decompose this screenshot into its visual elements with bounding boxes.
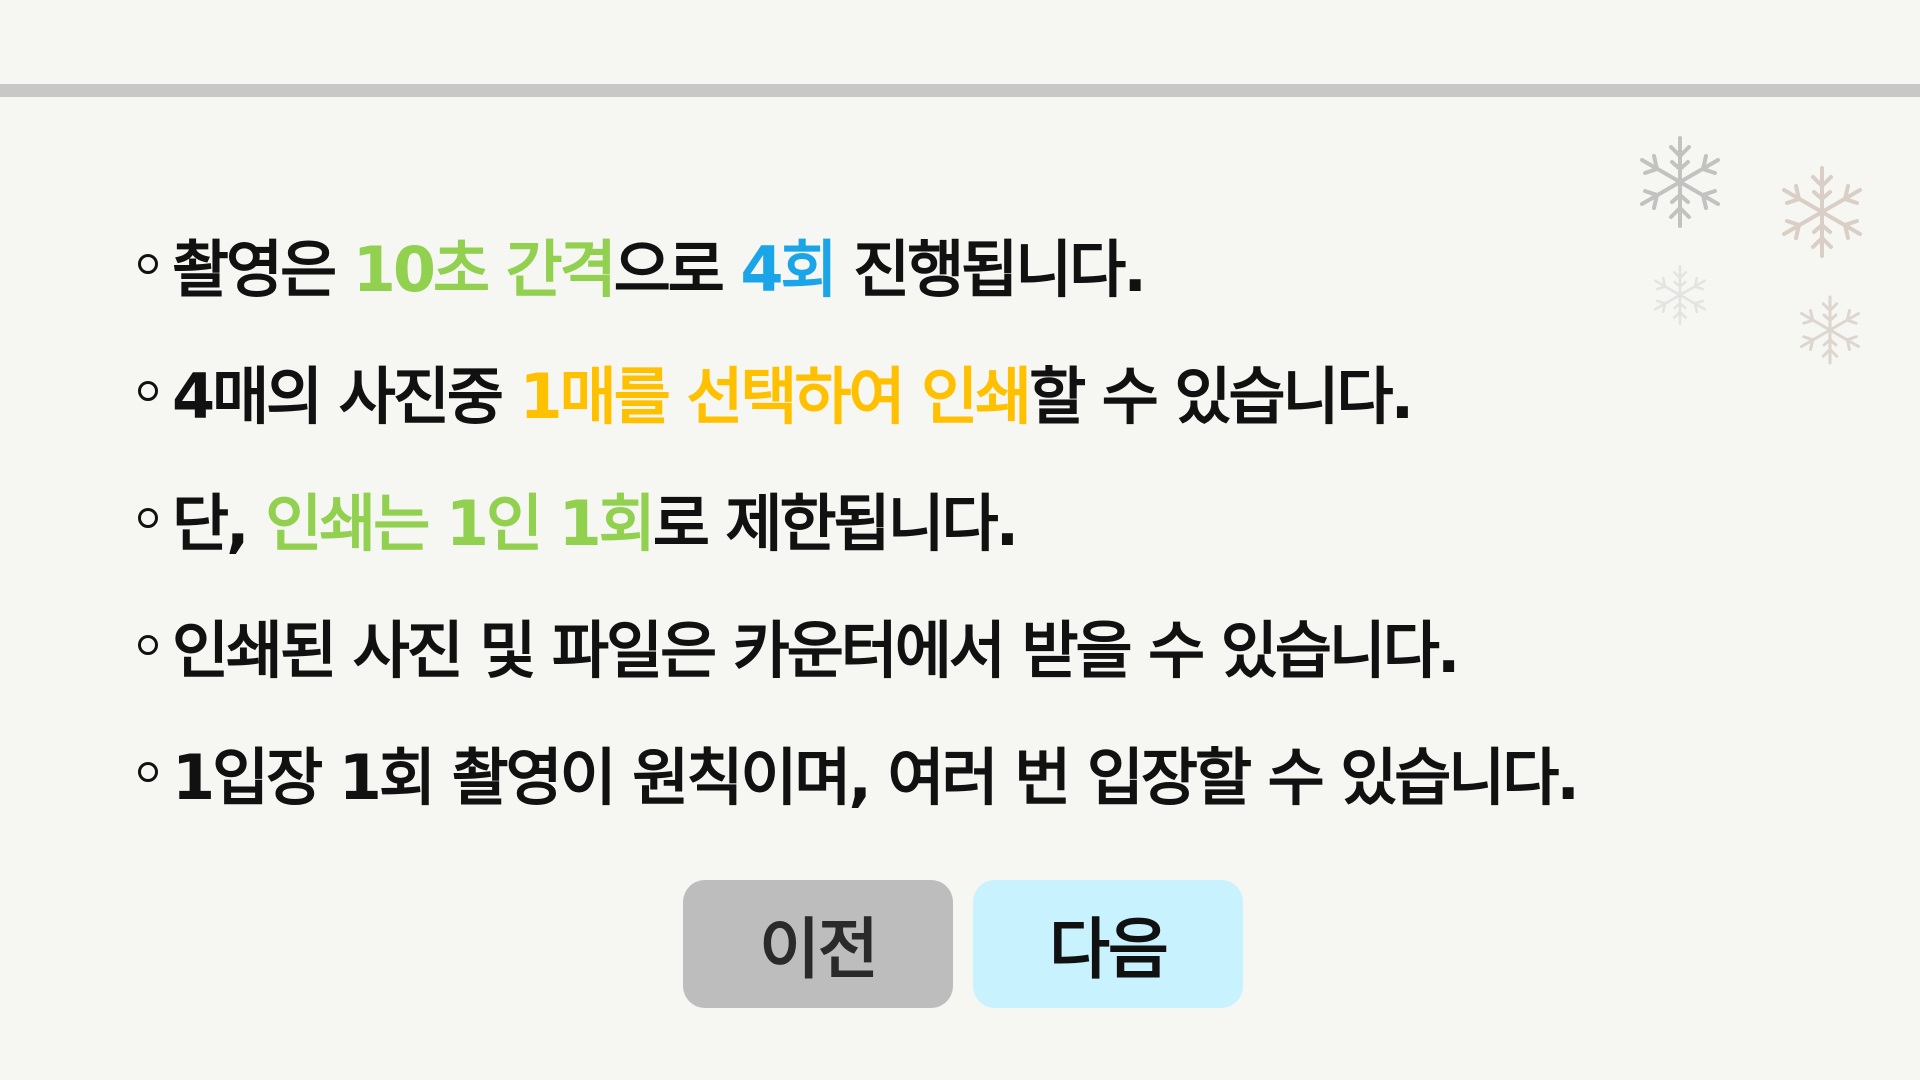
rule-text: 로 제한됩니다. <box>652 486 1019 560</box>
rule-text: 인쇄된 사진 및 파일은 카운터에서 받을 수 있습니다. <box>172 613 1460 687</box>
rule-text: 1입장 1회 촬영이 원칙이며, 여러 번 입장할 수 있습니다. <box>172 740 1580 814</box>
snowflake-icon <box>1800 295 1860 365</box>
rule-item-1: 촬영은 10초 간격 으로 4회 진행됩니다. <box>138 200 1577 327</box>
rule-text: 4매의 사진중 <box>172 359 520 433</box>
rule-text: 할 수 있습니다. <box>1029 359 1414 433</box>
rule-item-2: 4매의 사진중 1매를 선택하여 인쇄 할 수 있습니다. <box>138 327 1577 454</box>
highlight-count: 4회 <box>740 232 837 306</box>
highlight-print-limit: 인쇄는 1인 1회 <box>265 486 656 560</box>
rule-item-3: 단, 인쇄는 1인 1회 로 제한됩니다. <box>138 454 1577 581</box>
rules-list: 촬영은 10초 간격 으로 4회 진행됩니다. 4매의 사진중 1매를 선택하여 … <box>138 200 1580 835</box>
highlight-interval: 10초 간격 <box>352 232 617 306</box>
highlight-print-selection: 1매를 선택하여 인쇄 <box>519 359 1033 433</box>
top-divider <box>0 84 1920 97</box>
rules-screen: 촬영은 10초 간격 으로 4회 진행됩니다. 4매의 사진중 1매를 선택하여 … <box>0 0 1920 1080</box>
bullet-icon <box>138 634 158 655</box>
rule-item-4: 인쇄된 사진 및 파일은 카운터에서 받을 수 있습니다. <box>138 581 1577 708</box>
rule-text: 단, <box>172 486 266 560</box>
rule-text: 으로 <box>613 232 741 306</box>
snowflake-icon <box>1782 166 1862 258</box>
prev-button[interactable]: 이전 <box>683 880 953 1008</box>
rule-item-5: 1입장 1회 촬영이 원칙이며, 여러 번 입장할 수 있습니다. <box>138 708 1580 835</box>
rule-text: 촬영은 <box>172 232 353 306</box>
snowflake-icon <box>1654 265 1706 325</box>
snowflake-icon <box>1640 136 1720 228</box>
next-button[interactable]: 다음 <box>973 880 1243 1008</box>
bullet-icon <box>138 380 158 401</box>
navigation-buttons: 이전 다음 <box>0 880 1920 1008</box>
bullet-icon <box>138 761 158 782</box>
rule-text: 진행됩니다. <box>834 232 1147 306</box>
bullet-icon <box>138 507 158 528</box>
bullet-icon <box>138 253 158 274</box>
